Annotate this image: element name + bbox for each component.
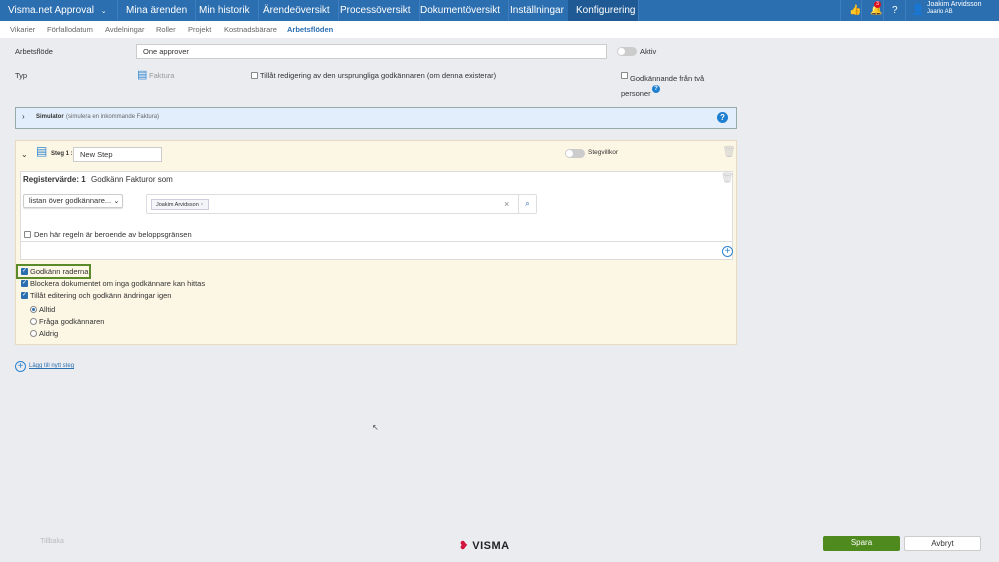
- sub-nav: Vikarier Förfallodatum Avdelningar Rolle…: [0, 21, 999, 38]
- radio-aldrig[interactable]: [30, 330, 37, 337]
- nav-mina-arenden[interactable]: Mina ärenden: [118, 0, 197, 21]
- subnav-projekt[interactable]: Projekt: [188, 25, 211, 34]
- allow-editing-checkbox[interactable]: [21, 291, 28, 299]
- save-button[interactable]: Spara: [823, 536, 900, 551]
- type-value: Faktura: [149, 71, 175, 80]
- approver-tag: Joakim Arvidsson ×: [151, 199, 209, 210]
- allow-edit-checkbox[interactable]: [251, 72, 258, 79]
- subnav-kostnadsbarare[interactable]: Kostnadsbärare: [224, 25, 277, 34]
- nav-konfigurering[interactable]: Konfigurering: [568, 0, 639, 21]
- subnav-vikarier[interactable]: Vikarier: [10, 25, 35, 34]
- step-conditions-label: Stegvillkor: [588, 149, 618, 156]
- notifications-button[interactable]: 🔔 3: [862, 0, 884, 21]
- help-icon[interactable]: ?: [717, 112, 728, 123]
- nav-min-historik[interactable]: Min historik: [191, 0, 259, 21]
- approver-tag-label: Joakim Arvidsson: [156, 202, 199, 208]
- nav-dokumentoversikt[interactable]: Dokumentöversikt: [412, 0, 510, 21]
- register-label: Registervärde: 1: [23, 175, 86, 184]
- radio-fraga[interactable]: [30, 318, 37, 325]
- trash-icon[interactable]: 🗑: [721, 173, 734, 184]
- amount-limit-checkbox[interactable]: [24, 231, 31, 238]
- workflow-label: Arbetsflöde: [15, 47, 53, 56]
- rule-box: Registervärde: 1 Godkänn Fakturor som 🗑 …: [20, 171, 734, 260]
- nav-processoversikt[interactable]: Processöversikt: [332, 0, 420, 21]
- cursor-icon: ↖: [372, 423, 379, 432]
- two-person-label: Godkännande från två personer: [621, 74, 705, 98]
- simulator-panel[interactable]: › Simulator (simulera en inkommande Fakt…: [15, 107, 737, 129]
- allow-editing-label: Tillåt editering och godkänn ändringar i…: [30, 291, 172, 300]
- subnav-roller[interactable]: Roller: [156, 25, 176, 34]
- step-label: Steg 1 :: [51, 151, 73, 157]
- approver-list-dropdown[interactable]: listan över godkännare... ⌄: [23, 194, 123, 208]
- approve-label: Godkänn Fakturor som: [91, 175, 173, 184]
- notification-badge: 3: [874, 1, 881, 8]
- approver-input[interactable]: Joakim Arvidsson × × ⌕: [146, 194, 537, 214]
- subnav-arbetsfloden[interactable]: Arbetsflöden: [287, 25, 333, 34]
- app-title: Visma.net Approval: [8, 5, 94, 16]
- add-rule-icon[interactable]: +: [722, 246, 733, 257]
- back-button[interactable]: Tillbaka: [8, 535, 96, 550]
- visma-logo: ❥ VISMA: [459, 539, 510, 552]
- chevron-down-icon[interactable]: ⌄: [21, 150, 28, 159]
- remove-icon[interactable]: ×: [200, 202, 203, 208]
- nav-installningar[interactable]: Inställningar: [502, 0, 573, 21]
- cancel-button[interactable]: Avbryt: [904, 536, 981, 551]
- active-toggle[interactable]: [617, 47, 637, 56]
- block-document-checkbox[interactable]: [21, 279, 28, 287]
- nav-arendeoversikt[interactable]: Ärendeöversikt: [255, 0, 339, 21]
- amount-limit-label: Den här regeln är beroende av beloppsgrä…: [34, 230, 192, 239]
- document-icon: ▤: [137, 69, 148, 81]
- simulator-title: Simulator: [36, 114, 64, 120]
- top-nav: Visma.net Approval ⌄ Mina ärenden Min hi…: [0, 0, 999, 21]
- active-label: Aktiv: [640, 47, 657, 56]
- radio-alltid-label: Alltid: [39, 305, 56, 314]
- thumbs-icon[interactable]: 👍: [840, 0, 862, 21]
- radio-alltid[interactable]: [30, 306, 37, 313]
- help-icon[interactable]: ?: [652, 85, 660, 93]
- logo-text: VISMA: [472, 540, 510, 552]
- add-step-icon[interactable]: +: [15, 361, 26, 372]
- user-icon: 👤: [911, 4, 925, 16]
- help-icon[interactable]: ?: [884, 0, 906, 21]
- user-menu[interactable]: 👤 Joakim Arvidsson Jaario AB: [906, 0, 999, 21]
- simulator-subtitle: (simulera en inkommande Faktura): [66, 114, 160, 120]
- dropdown-value: listan över godkännare...: [29, 196, 112, 205]
- chevron-right-icon: ›: [22, 112, 25, 121]
- user-company: Jaario AB: [927, 9, 953, 15]
- approve-rows-label: Godkänn raderna: [30, 267, 89, 276]
- radio-fraga-label: Fråga godkännaren: [39, 317, 105, 326]
- subnav-avdelningar[interactable]: Avdelningar: [105, 25, 144, 34]
- allow-edit-label: Tillåt redigering av den ursprungliga go…: [260, 71, 497, 80]
- search-approver-icon[interactable]: ⌕: [518, 195, 536, 213]
- visma-swoosh-icon: ❥: [459, 540, 469, 552]
- app-menu[interactable]: Visma.net Approval ⌄: [0, 0, 118, 21]
- subnav-forfallodatum[interactable]: Förfallodatum: [47, 25, 93, 34]
- divider: [21, 241, 732, 242]
- radio-aldrig-label: Aldrig: [39, 329, 59, 338]
- block-document-label: Blockera dokumentet om inga godkännare k…: [30, 279, 206, 288]
- chevron-down-icon: ⌄: [100, 8, 107, 15]
- trash-icon[interactable]: 🗑: [722, 145, 736, 158]
- type-label: Typ: [15, 71, 28, 80]
- step-name-input[interactable]: New Step: [73, 147, 162, 162]
- step-panel: ⌄ ▤ Steg 1 : New Step Stegvillkor 🗑 Regi…: [15, 140, 737, 345]
- approve-rows-checkbox[interactable]: [21, 267, 28, 275]
- document-icon: ▤: [36, 144, 48, 158]
- workflow-input[interactable]: One approver: [136, 44, 607, 59]
- step-conditions-toggle[interactable]: [565, 149, 585, 158]
- add-step-link[interactable]: Lägg till nytt steg: [29, 363, 74, 369]
- clear-icon[interactable]: ×: [504, 199, 509, 209]
